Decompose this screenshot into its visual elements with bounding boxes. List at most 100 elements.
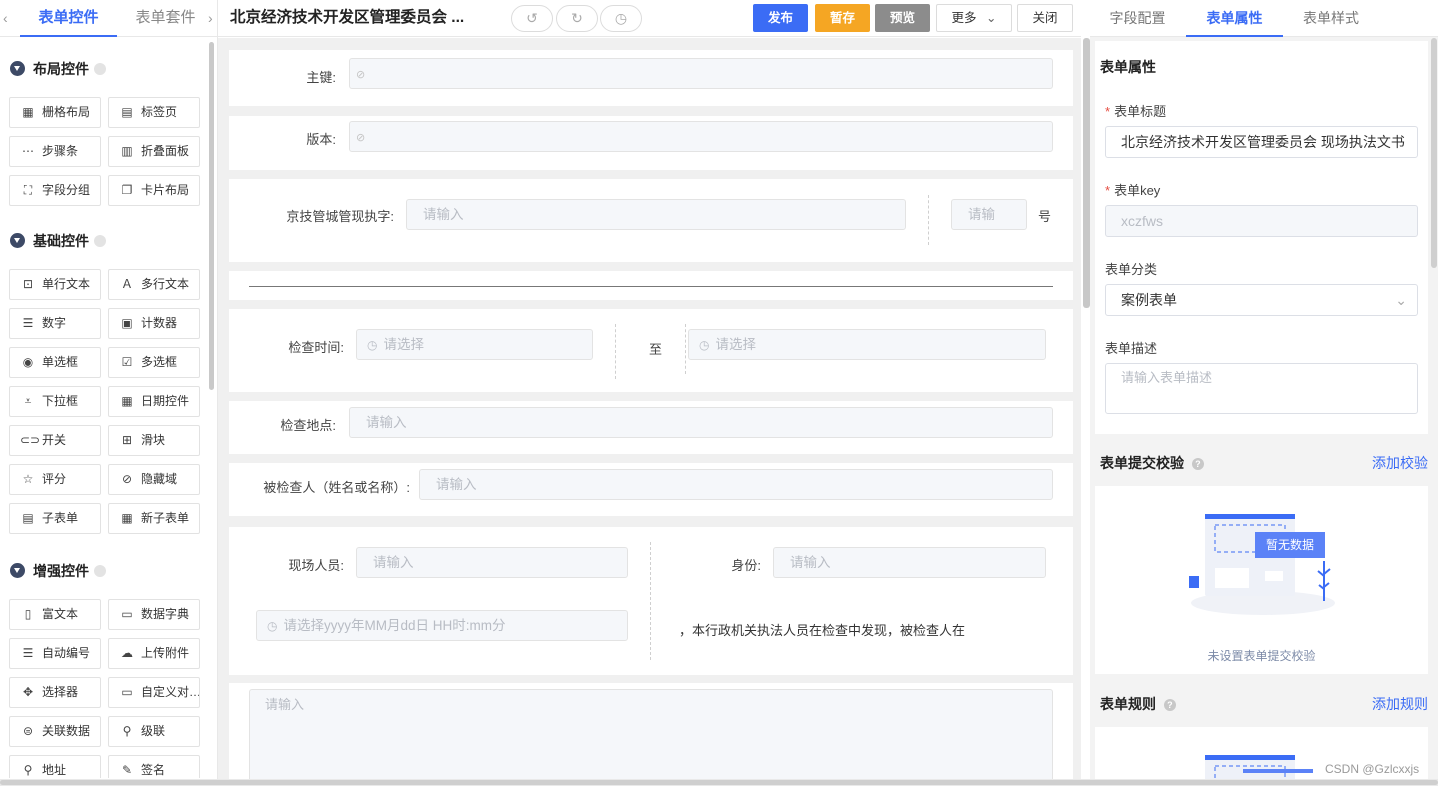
undo-button[interactable]: ↺ [511, 5, 553, 32]
publish-button[interactable]: 发布 [753, 4, 808, 32]
findings-textarea[interactable]: 请输入 [249, 689, 1053, 779]
control-item[interactable]: ⊞ 滑块 [108, 425, 200, 456]
field-version[interactable]: 版本: ⊘ [229, 116, 1073, 170]
control-item[interactable]: ▣ 计数器 [108, 308, 200, 339]
control-item[interactable]: ☰ 数字 [9, 308, 101, 339]
tabs-next-icon[interactable]: › [208, 9, 213, 27]
control-item[interactable]: ▤ 子表单 [9, 503, 101, 534]
page-horizontal-scrollbar[interactable] [0, 779, 1438, 786]
inspectee-input[interactable]: 请输入 [419, 469, 1053, 500]
control-item-label: 签名 [141, 763, 166, 777]
scrollbar-thumb[interactable] [0, 780, 1438, 785]
field-doc-number[interactable]: 京技管城管现执字: 请输入 请输 号 [229, 179, 1073, 262]
form-category-select[interactable]: 案例表单 ⌄ [1105, 284, 1418, 316]
add-rule-link[interactable]: 添加规则 [1372, 694, 1428, 714]
control-item[interactable]: ⊘ 隐藏域 [108, 464, 200, 495]
help-icon[interactable] [94, 235, 106, 247]
inspect-end-time-input[interactable]: ◷ 请选择 [688, 329, 1046, 360]
datetime-input[interactable]: ◷ 请选择yyyy年MM月dd日 HH时:mm分 [256, 610, 628, 641]
control-item[interactable]: ▥ 折叠面板 [108, 136, 200, 167]
control-item[interactable]: ◉ 单选框 [9, 347, 101, 378]
collapse-triangle-icon[interactable] [10, 61, 25, 76]
properties-scrollbar[interactable] [1431, 38, 1437, 268]
control-item[interactable]: ⊡ 单行文本 [9, 269, 101, 300]
single-line-text-icon: ⊡ [22, 277, 34, 291]
designer-toolbar: 北京经济技术开发区管理委员会 ... ↺ ↻ ◷ 发布 暂存 预览 更多 ⌄ 关… [218, 0, 1081, 37]
column-divider [615, 324, 616, 379]
help-icon[interactable]: ? [1163, 699, 1176, 711]
tab-field-config[interactable]: 字段配置 [1090, 0, 1185, 37]
control-item[interactable]: ▭ 自定义对… [108, 677, 200, 708]
add-validation-link[interactable]: 添加校验 [1372, 453, 1428, 473]
tab-form-controls[interactable]: 表单控件 [20, 0, 117, 37]
control-item[interactable]: ⚲ 地址 [9, 755, 101, 778]
field-findings[interactable]: 请输入 [229, 683, 1073, 779]
more-button[interactable]: 更多 ⌄ [936, 4, 1012, 32]
dropdown-icon: ⩡ [24, 394, 32, 408]
control-item[interactable]: ⚲ 级联 [108, 716, 200, 747]
control-item[interactable]: ☆ 评分 [9, 464, 101, 495]
form-rules-title-text: 表单规则 [1100, 696, 1156, 712]
control-item[interactable]: ▭ 数据字典 [108, 599, 200, 630]
form-title-input[interactable]: 北京经济技术开发区管理委员会 现场执法文书 [1105, 126, 1418, 158]
form-desc-textarea[interactable]: 请输入表单描述 [1105, 363, 1418, 414]
control-item[interactable]: ✎ 签名 [108, 755, 200, 778]
canvas-scrollbar[interactable] [1083, 38, 1090, 308]
field-inspectee[interactable]: 被检查人（姓名或名称）: 请输入 [229, 463, 1073, 516]
form-title-field-label: * 表单标题 [1105, 101, 1166, 120]
staff-input[interactable]: 请输入 [356, 547, 628, 578]
history-button[interactable]: ◷ [600, 5, 642, 32]
tab-form-props[interactable]: 表单属性 [1186, 0, 1283, 37]
identity-input[interactable]: 请输入 [773, 547, 1046, 578]
field-primary-key[interactable]: 主键: ⊘ [229, 50, 1073, 106]
version-input[interactable]: ⊘ [349, 121, 1053, 152]
doc-prefix-input[interactable]: 请输入 [406, 199, 906, 230]
form-key-input[interactable]: xczfws [1105, 205, 1418, 237]
control-item[interactable]: ⛶ 字段分组 [9, 175, 101, 206]
control-item[interactable]: ▤ 标签页 [108, 97, 200, 128]
control-item[interactable]: ▦ 栅格布局 [9, 97, 101, 128]
clock-icon: ◷ [699, 338, 710, 352]
close-button[interactable]: 关闭 [1017, 4, 1073, 32]
preview-button[interactable]: 预览 [875, 4, 930, 32]
control-item[interactable]: ☑ 多选框 [108, 347, 200, 378]
control-item-label: 开关 [42, 433, 67, 447]
control-group-header[interactable]: 布局控件 [10, 58, 106, 80]
help-icon[interactable] [94, 565, 106, 577]
tab-form-style[interactable]: 表单样式 [1283, 0, 1379, 37]
divider-block[interactable] [229, 271, 1073, 300]
tab-form-kits[interactable]: 表单套件 [117, 0, 214, 37]
control-item[interactable]: ✥ 选择器 [9, 677, 101, 708]
control-item[interactable]: ☰ 自动编号 [9, 638, 101, 669]
inspect-place-input[interactable]: 请输入 [349, 407, 1053, 438]
collapse-triangle-icon[interactable] [10, 233, 25, 248]
control-item[interactable]: ☁ 上传附件 [108, 638, 200, 669]
control-item[interactable]: ⊂⊃ 开关 [9, 425, 101, 456]
control-item[interactable]: ▦ 新子表单 [108, 503, 200, 534]
multi-line-text-icon: Ａ [120, 277, 133, 291]
control-item[interactable]: ⋯ 步骤条 [9, 136, 101, 167]
save-draft-button[interactable]: 暂存 [815, 4, 870, 32]
help-icon[interactable] [94, 63, 106, 75]
control-item[interactable]: ⩡ 下拉框 [9, 386, 101, 417]
redo-button[interactable]: ↻ [556, 5, 598, 32]
field-inspect-place[interactable]: 检查地点: 请输入 [229, 401, 1073, 454]
control-item[interactable]: ❐ 卡片布局 [108, 175, 200, 206]
control-item[interactable]: ⊜ 关联数据 [9, 716, 101, 747]
primary-key-input[interactable]: ⊘ [349, 58, 1053, 89]
field-inspect-time[interactable]: 检查时间: ◷ 请选择 至 ◷ 请选择 [229, 309, 1073, 392]
control-group-header[interactable]: 增强控件 [10, 560, 106, 582]
collapse-triangle-icon[interactable] [10, 563, 25, 578]
control-item[interactable]: ▯ 富文本 [9, 599, 101, 630]
control-item[interactable]: Ａ 多行文本 [108, 269, 200, 300]
control-group-header[interactable]: 基础控件 [10, 230, 106, 252]
control-group-title: 增强控件 [33, 563, 89, 579]
doc-number-input[interactable]: 请输 [951, 199, 1027, 230]
help-icon[interactable]: ? [1191, 458, 1204, 470]
control-item[interactable]: ▦ 日期控件 [108, 386, 200, 417]
inspect-start-time-input[interactable]: ◷ 请选择 [356, 329, 593, 360]
field-staff-group[interactable]: 现场人员: 请输入 ◷ 请选择yyyy年MM月dd日 HH时:mm分 身份: 请输… [229, 527, 1073, 675]
grid-icon: ▦ [22, 105, 34, 119]
tabs-prev-icon[interactable]: ‹ [3, 9, 8, 27]
controls-scrollbar[interactable] [209, 42, 214, 390]
